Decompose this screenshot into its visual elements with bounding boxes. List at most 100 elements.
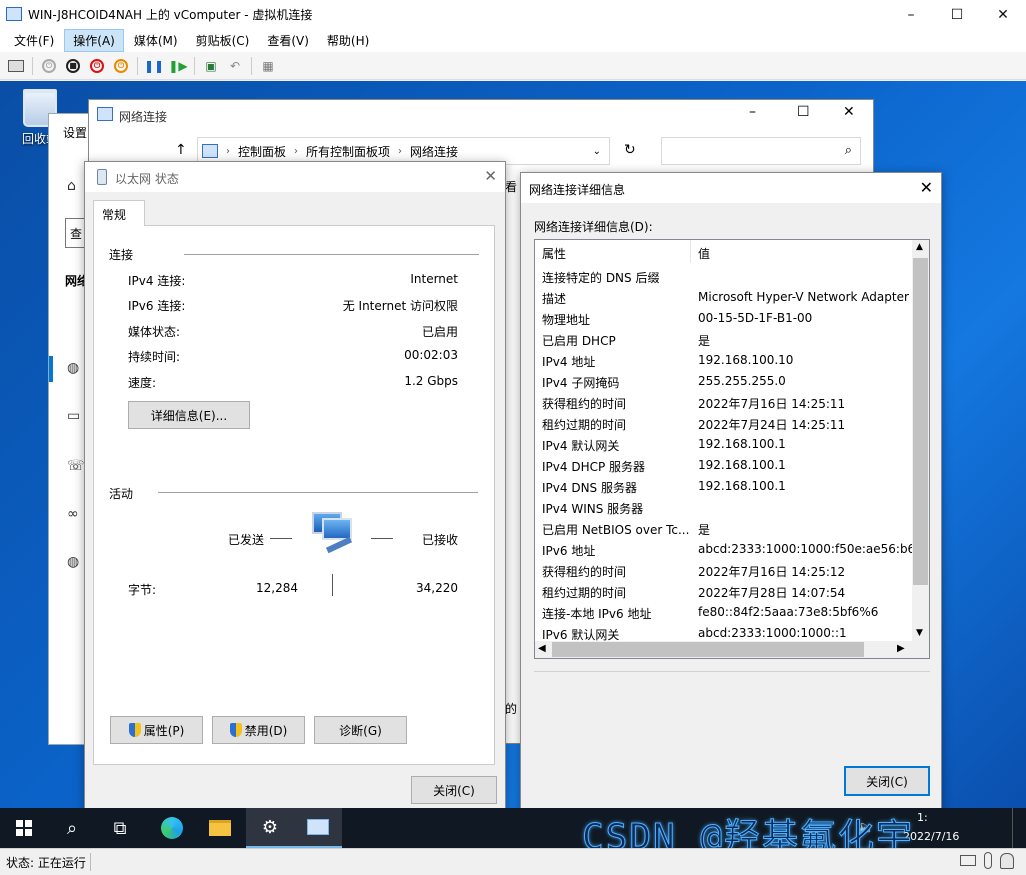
menu-help[interactable]: 帮助(H) [319,30,377,51]
mouse-icon [984,852,992,869]
network-connections-icon [97,107,113,121]
disable-button[interactable]: 禁用(D) [212,716,305,744]
list-item[interactable]: 已启用 NetBIOS over Tc... 是 [535,521,913,542]
minimize-button[interactable]: – [888,0,934,29]
proxy-globe-icon[interactable]: ◍ [67,554,83,570]
vertical-scroll-thumb[interactable] [913,258,928,585]
vm-title-bar: WIN-J8HCOID4NAH 上的 vComputer - 虚拟机连接 – ☐… [0,0,1026,29]
column-header-value[interactable]: 值 [691,240,913,263]
breadcrumb-network-connections[interactable]: 网络连接 [410,143,458,160]
value-cell: 192.168.100.1 [698,458,786,472]
home-icon[interactable]: ⌂ [67,178,83,194]
shield-icon [229,723,242,737]
show-desktop-button[interactable] [1012,808,1016,848]
scroll-left-icon[interactable]: ◀ [538,643,546,654]
clock-time[interactable]: 1: [917,811,928,824]
vpn-icon[interactable]: ∞ [67,506,83,522]
edge-browser-icon[interactable] [148,808,196,848]
close-window-button[interactable]: ✕ [980,0,1026,29]
ethernet-icon[interactable]: ▭ [67,408,83,424]
horizontal-scroll-thumb[interactable] [552,642,864,657]
globe-status-icon[interactable]: ◍ [67,360,83,376]
list-item[interactable]: 描述 Microsoft Hyper-V Network Adapter [535,290,913,311]
vertical-scrollbar[interactable]: ▲ ▼ [912,240,929,642]
properties-button[interactable]: 属性(P) [110,716,203,744]
start-windows-icon[interactable] [0,808,48,848]
net-close-button[interactable]: ✕ [843,104,855,120]
details-close-button[interactable]: 关闭(C) [844,766,930,796]
column-header-property[interactable]: 属性 [535,240,691,263]
net-maximize-button[interactable]: ☐ [797,104,810,120]
list-item[interactable]: 获得租约的时间 2022年7月16日 14:25:11 [535,395,913,416]
property-cell: IPv4 DHCP 服务器 [542,460,646,474]
checkpoint-icon[interactable]: ▣ [201,56,221,76]
turn-off-icon[interactable]: ■ [63,56,83,76]
save-state-icon[interactable]: ⏻ [111,56,131,76]
resume-icon[interactable]: ❚▶ [168,56,188,76]
breadcrumb-all-items[interactable]: 所有控制面板项 [306,143,390,160]
start-vm-icon[interactable]: ⏻ [39,56,59,76]
list-item[interactable]: IPv4 DNS 服务器 192.168.100.1 [535,479,913,500]
value-cell: 是 [698,523,711,537]
list-item[interactable]: IPv4 DHCP 服务器 192.168.100.1 [535,458,913,479]
list-item[interactable]: IPv4 子网掩码 255.255.255.0 [535,374,913,395]
details-button[interactable]: 详细信息(E)... [128,401,250,429]
enhanced-session-icon[interactable]: ▦ [258,56,278,76]
disable-button-label: 禁用(D) [244,723,288,738]
up-arrow-icon[interactable]: ↑ [175,142,187,158]
details-dialog-title: 网络连接详细信息 [529,183,626,197]
menu-file[interactable]: 文件(F) [6,30,62,51]
task-view-icon[interactable]: ⧉ [96,808,144,848]
chevron-down-icon[interactable]: ⌄ [593,146,601,157]
revert-icon[interactable]: ↶ [225,56,245,76]
list-item[interactable]: 租约过期的时间 2022年7月28日 14:07:54 [535,584,913,605]
value-cell: 2022年7月28日 14:07:54 [698,586,846,600]
list-item[interactable]: 连接特定的 DNS 后缀 [535,269,913,290]
breadcrumb-control-panel[interactable]: 控制面板 [238,143,286,160]
scroll-up-icon[interactable]: ▲ [916,242,923,252]
list-item[interactable]: 已启用 DHCP 是 [535,332,913,353]
bytes-received-value: 34,220 [416,581,458,595]
ethernet-close-x[interactable]: ✕ [484,167,497,185]
details-title-bar: 网络连接详细信息 ✕ [521,173,941,203]
property-cell: IPv4 地址 [542,355,596,369]
details-close-x[interactable]: ✕ [920,178,933,197]
refresh-icon[interactable]: ↻ [624,142,636,158]
scroll-down-icon[interactable]: ▼ [916,628,923,638]
list-item[interactable]: 获得租约的时间 2022年7月16日 14:25:12 [535,563,913,584]
horizontal-scrollbar[interactable]: ◀ ▶ [535,641,913,658]
search-icon[interactable]: ⌕ [48,808,96,848]
list-item[interactable]: 连接-本地 IPv6 地址 fe80::84f2:5aaa:73e8:5bf6%6 [535,605,913,626]
shutdown-icon[interactable]: ⏻ [87,56,107,76]
property-cell: 获得租约的时间 [542,565,627,579]
ctrl-alt-del-icon[interactable] [6,56,26,76]
menu-clipboard[interactable]: 剪贴板(C) [188,30,258,51]
list-item[interactable]: 租约过期的时间 2022年7月24日 14:25:11 [535,416,913,437]
tab-general[interactable]: 常规 [93,200,145,226]
network-connections-taskbar-icon[interactable] [294,808,342,848]
net-minimize-button[interactable]: – [749,104,756,120]
pause-icon[interactable]: ❚❚ [144,56,164,76]
menu-view[interactable]: 查看(V) [259,30,317,51]
file-explorer-icon[interactable] [196,808,244,848]
scroll-right-icon[interactable]: ▶ [897,643,905,654]
menu-media[interactable]: 媒体(M) [126,30,186,51]
diagnose-button[interactable]: 诊断(G) [314,716,407,744]
list-item[interactable]: IPv4 默认网关 192.168.100.1 [535,437,913,458]
ethernet-close-button[interactable]: 关闭(C) [411,776,497,804]
value-cell: Microsoft Hyper-V Network Adapter [698,290,909,304]
property-cell: 连接特定的 DNS 后缀 [542,271,660,285]
settings-title: 设置 [63,126,88,140]
dialup-icon[interactable]: ☏ [67,458,85,474]
details-list[interactable]: 属性 值 连接特定的 DNS 后缀描述 Microsoft Hyper-V Net… [534,239,930,659]
list-item[interactable]: IPv4 地址 192.168.100.10 [535,353,913,374]
list-item[interactable]: IPv4 WINS 服务器 [535,500,913,521]
divider [371,538,393,539]
menu-action[interactable]: 操作(A) [64,29,124,52]
list-item[interactable]: IPv6 地址 abcd:2333:1000:1000:f50e:ae56:b68… [535,542,913,563]
search-input[interactable]: ⌕ [661,137,861,165]
property-cell: 租约过期的时间 [542,586,627,600]
settings-gear-icon[interactable]: ⚙ [246,808,294,848]
list-item[interactable]: 物理地址 00-15-5D-1F-B1-00 [535,311,913,332]
maximize-button[interactable]: ☐ [934,0,980,29]
